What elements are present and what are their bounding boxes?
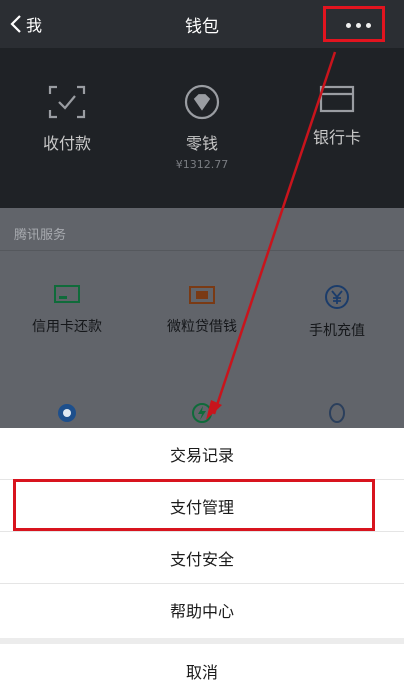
nav-bar: 我 钱包 [0, 0, 404, 48]
service-phone-topup[interactable]: 手机充值 [270, 284, 404, 340]
credit-card-icon [54, 285, 80, 303]
service-icon-row2-b[interactable] [135, 402, 269, 424]
menu-item-transactions[interactable]: 交易记录 [0, 428, 404, 480]
yuan-icon [325, 285, 349, 309]
section-title: 腾讯服务 [14, 228, 67, 243]
lightning-icon [192, 403, 212, 423]
circle-service-icon [58, 404, 76, 422]
wallet-item-change[interactable]: 零钱 ¥1312.77 [135, 84, 269, 171]
wallet-item-label: 零钱 [185, 134, 218, 153]
divider [0, 250, 404, 251]
cancel-button[interactable]: 取消 [0, 644, 404, 698]
wallet-item-bankcard[interactable]: 银行卡 [270, 84, 404, 148]
scan-pay-icon [48, 85, 86, 119]
wallet-item-pay[interactable]: 收付款 [0, 84, 134, 154]
service-label: 信用卡还款 [32, 319, 102, 335]
balance-amount: ¥1312.77 [175, 158, 229, 171]
more-dots-icon [346, 23, 371, 28]
highlight-box [13, 479, 375, 531]
services-section: 腾讯服务 信用卡还款 微粒贷借钱 手机充值 [0, 208, 404, 428]
bank-card-icon [319, 85, 355, 113]
menu-item-help-center[interactable]: 帮助中心 [0, 584, 404, 636]
service-label: 微粒贷借钱 [167, 319, 237, 335]
wallet-item-label: 收付款 [42, 134, 91, 153]
service-loan[interactable]: 微粒贷借钱 [135, 284, 269, 336]
service-credit-card[interactable]: 信用卡还款 [0, 284, 134, 336]
service-icon-row2-a[interactable] [0, 402, 134, 424]
wallet-item-label: 银行卡 [312, 128, 361, 147]
service-icon-row2-c[interactable] [270, 402, 404, 424]
loan-icon [189, 286, 215, 304]
action-sheet: 交易记录 支付管理 支付安全 帮助中心 取消 [0, 428, 404, 698]
service-label: 手机充值 [309, 323, 365, 339]
more-button[interactable] [323, 6, 385, 42]
menu-item-payment-security[interactable]: 支付安全 [0, 532, 404, 584]
wallet-header: 收付款 零钱 ¥1312.77 银行卡 [0, 48, 404, 208]
coin-icon [184, 84, 220, 120]
qq-icon [329, 403, 345, 423]
